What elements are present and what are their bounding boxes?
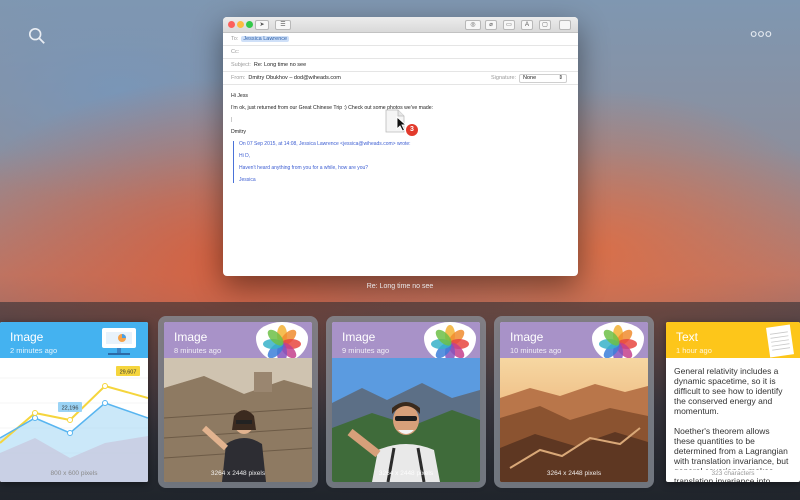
fonts-icon[interactable]: A: [521, 20, 533, 30]
from-field[interactable]: From: Dmitry Obukhov – dod@wiheads.com Si…: [223, 72, 578, 85]
chart-value-label: 29,607: [120, 370, 137, 376]
mail-compose-window: ➤ ☰ ◎ ⌀ ▭ A ▢ To: Jessica Lawrence Cc: Su…: [223, 17, 578, 276]
clipboard-item-photo[interactable]: Image 10 minutes ago 3264 x 2448 pixels: [494, 316, 654, 488]
mail-toolbar: ➤ ☰ ◎ ⌀ ▭ A ▢: [223, 17, 578, 33]
card-header: Image 2 minutes ago: [0, 322, 148, 358]
format-button[interactable]: ◎: [465, 20, 481, 30]
subject-label: Subject:: [231, 62, 251, 68]
text-preview: General relativity includes a dynamic sp…: [666, 358, 800, 482]
chart-thumbnail: 29,607 22,196: [0, 358, 148, 482]
stationery-icon[interactable]: [559, 20, 571, 30]
from-value[interactable]: Dmitry Obukhov – dod@wiheads.com: [248, 75, 340, 81]
attach-icon[interactable]: ⌀: [485, 20, 497, 30]
card-info: 3264 x 2448 pixels: [546, 470, 602, 477]
header-fields-button[interactable]: ☰: [275, 20, 291, 30]
quote-signature: Jessica: [239, 177, 256, 183]
subject-value: Re: Long time no see: [253, 62, 307, 68]
photo-thumbnail: [164, 358, 312, 482]
zoom-button[interactable]: [246, 21, 253, 28]
search-icon[interactable]: [28, 27, 46, 45]
card-info: 3264 x 2448 pixels: [210, 470, 266, 477]
clipboard-item-photo[interactable]: Image 9 minutes ago 3264 x 2448 pixels: [326, 316, 486, 488]
keynote-icon: [102, 328, 136, 355]
notes-icon: [766, 324, 794, 358]
cc-field[interactable]: Cc:: [223, 46, 578, 59]
photo-thumbnail: [332, 358, 480, 482]
cc-label: Cc:: [231, 49, 240, 55]
drag-count-badge: 3: [406, 124, 418, 136]
close-button[interactable]: [228, 21, 235, 28]
quote-header: On 07 Sep 2015, at 14:08, Jessica Lawren…: [239, 141, 411, 147]
photo-browser-icon[interactable]: ▭: [503, 20, 515, 30]
card-info: 3264 x 2448 pixels: [378, 470, 434, 477]
clipboard-item-chart-image[interactable]: Image 2 minutes ago 29,607 22,196 800 x …: [0, 322, 148, 482]
subject-field[interactable]: Subject: Re: Long time no see: [223, 59, 578, 72]
chart-value-label: 22,196: [62, 406, 79, 412]
to-field[interactable]: To: Jessica Lawrence: [223, 33, 578, 46]
more-icon[interactable]: [750, 30, 772, 38]
to-label: To:: [231, 36, 239, 42]
card-header: Text 1 hour ago: [666, 322, 800, 358]
signature-label: Signature:: [491, 75, 517, 81]
card-info: 800 x 600 pixels: [50, 470, 98, 477]
to-recipient-chip[interactable]: Jessica Lawrence: [241, 36, 290, 42]
quoted-message: On 07 Sep 2015, at 14:08, Jessica Lawren…: [233, 141, 570, 183]
quote-greeting: Hi D,: [239, 153, 251, 159]
photo-thumbnail: [500, 358, 648, 482]
drag-preview: [384, 108, 408, 139]
clipboard-item-text[interactable]: Text 1 hour ago General relativity inclu…: [666, 322, 800, 482]
text-paragraph: General relativity includes a dynamic sp…: [674, 366, 783, 416]
minimize-button[interactable]: [237, 21, 244, 28]
attach-folder-icon[interactable]: ▢: [539, 20, 551, 30]
signature-select[interactable]: None ⇕: [519, 74, 567, 83]
signature-value: None: [523, 75, 537, 81]
card-info: 323 characters: [666, 470, 800, 477]
from-label: From:: [231, 75, 246, 81]
window-caption: Re: Long time no see: [366, 283, 434, 290]
chevron-updown-icon: ⇕: [558, 75, 563, 81]
greeting-line: Hi Jess: [231, 93, 249, 99]
send-button[interactable]: ➤: [255, 20, 269, 30]
clipboard-item-photo[interactable]: Image 8 minutes ago 3264 x 2448 pixels: [158, 316, 318, 488]
quote-body: Haven't heard anything from you for a wh…: [239, 165, 369, 171]
